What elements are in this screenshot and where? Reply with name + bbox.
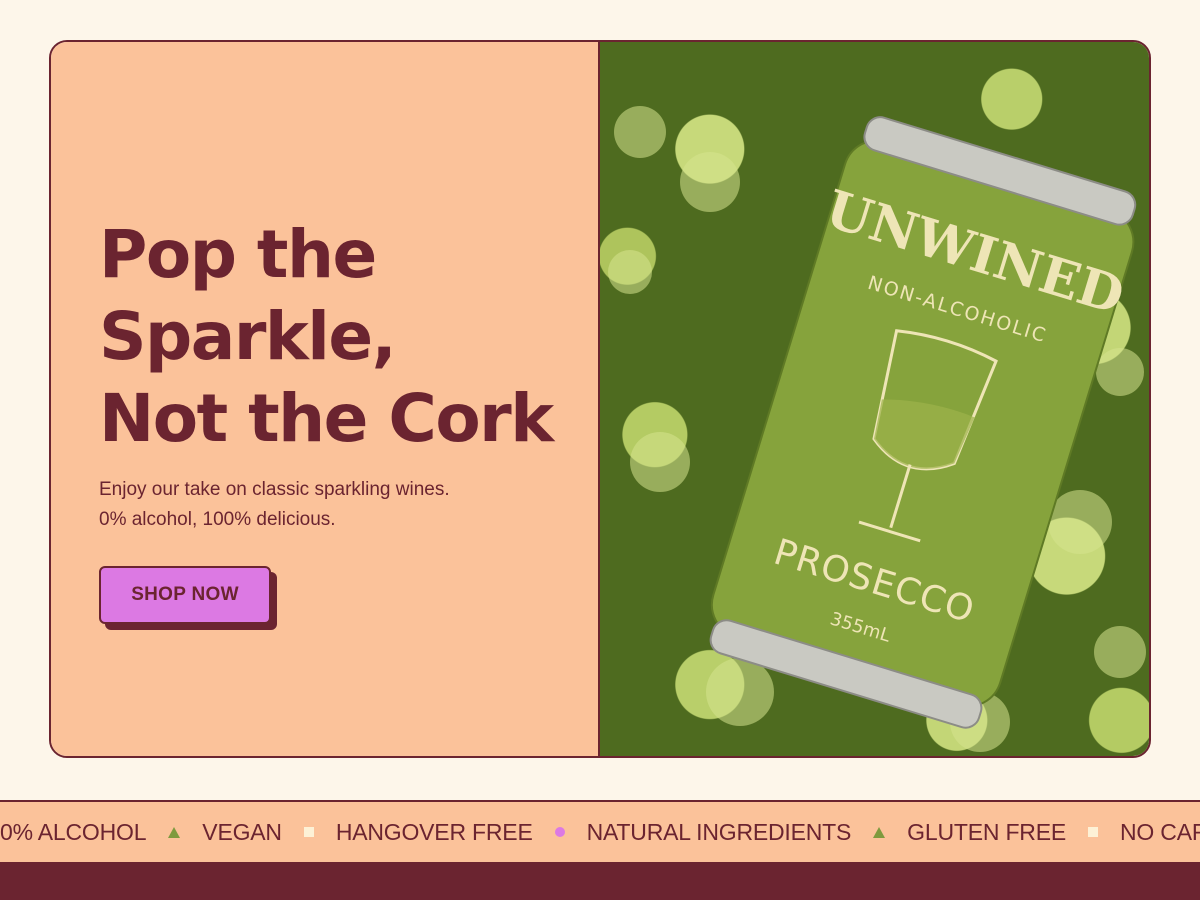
hero-subtitle: Enjoy our take on classic sparkling wine… (99, 475, 450, 535)
headline-line: Not the Cork (99, 380, 554, 457)
triangle-separator-icon (168, 826, 181, 838)
product-image: UNWINED NON-ALCOHOLIC PROSECCO 355mL (600, 42, 1149, 756)
ticker-item: NO CAFFEINE (1120, 818, 1200, 845)
dot-separator-icon (554, 827, 565, 837)
hero-text-panel: Pop the Sparkle, Not the Cork Enjoy our … (51, 42, 600, 756)
subtitle-line: Enjoy our take on classic sparkling wine… (99, 479, 450, 500)
ticker-item: GLUTEN FREE (907, 818, 1066, 845)
square-separator-icon (303, 827, 314, 837)
ticker-item: VEGAN (202, 818, 282, 845)
ticker-item: 0% ALCOHOL (0, 818, 147, 845)
footer-bar (0, 862, 1200, 900)
headline-line: Pop the (99, 216, 377, 293)
features-ticker: 0% ALCOHOL VEGAN HANGOVER FREE NATURAL INGR… (0, 800, 1200, 862)
hero-banner: Pop the Sparkle, Not the Cork Enjoy our … (49, 40, 1151, 758)
ticker-track: 0% ALCOHOL VEGAN HANGOVER FREE NATURAL INGR… (0, 802, 1200, 862)
hero-headline: Pop the Sparkle, Not the Cork (99, 214, 554, 460)
triangle-separator-icon (873, 826, 886, 838)
ticker-item: NATURAL INGREDIENTS (586, 818, 852, 845)
prosecco-can-illustration: UNWINED NON-ALCOHOLIC PROSECCO 355mL (608, 106, 1146, 752)
square-separator-icon (1088, 827, 1098, 837)
headline-line: Sparkle, (99, 298, 397, 375)
subtitle-line: 0% alcohol, 100% delicious. (99, 509, 336, 530)
ticker-item: HANGOVER FREE (335, 818, 533, 845)
shop-now-button[interactable]: SHOP NOW (99, 566, 271, 624)
